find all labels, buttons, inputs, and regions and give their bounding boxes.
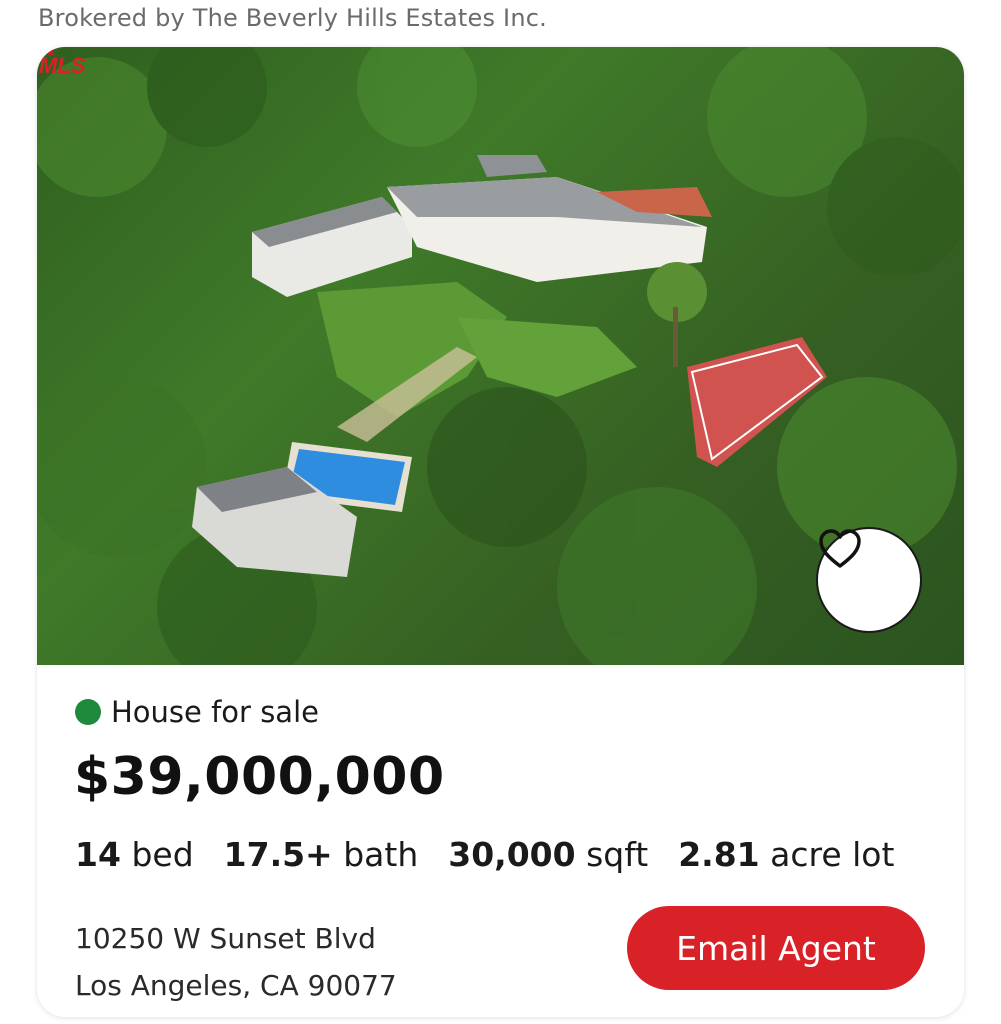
address-line-1: 10250 W Sunset Blvd <box>75 922 376 955</box>
spec-sqft: 30,000 sqft <box>448 835 649 874</box>
spec-lot: 2.81 acre lot <box>678 835 895 874</box>
broker-text: Brokered by The Beverly Hills Estates In… <box>38 4 547 32</box>
listing-page: Brokered by The Beverly Hills Estates In… <box>0 0 1001 1024</box>
listing-photo[interactable]: THE MLS <box>37 47 964 665</box>
listing-card[interactable]: THE MLS House for sale $39,000,000 14 be… <box>37 47 964 1017</box>
listing-details: House for sale $39,000,000 14 bed 17.5+ … <box>37 665 964 1017</box>
spec-beds: 14 bed <box>75 835 194 874</box>
listing-price: $39,000,000 <box>74 747 445 807</box>
favorite-button[interactable] <box>816 527 922 633</box>
status-label: House for sale <box>111 695 319 729</box>
email-agent-button[interactable]: Email Agent <box>627 906 925 990</box>
mls-logo-icon: THE MLS <box>39 50 86 75</box>
status-dot-icon <box>75 699 101 725</box>
spec-baths: 17.5+ bath <box>223 835 419 874</box>
heart-icon <box>819 529 861 568</box>
status-row: House for sale <box>75 695 319 729</box>
listing-specs: 14 bed 17.5+ bath 30,000 sqft 2.81 acre … <box>75 835 894 874</box>
listing-address: 10250 W Sunset Blvd Los Angeles, CA 9007… <box>75 915 397 1009</box>
svg-text:MLS: MLS <box>39 53 86 75</box>
address-line-2: Los Angeles, CA 90077 <box>75 969 397 1002</box>
